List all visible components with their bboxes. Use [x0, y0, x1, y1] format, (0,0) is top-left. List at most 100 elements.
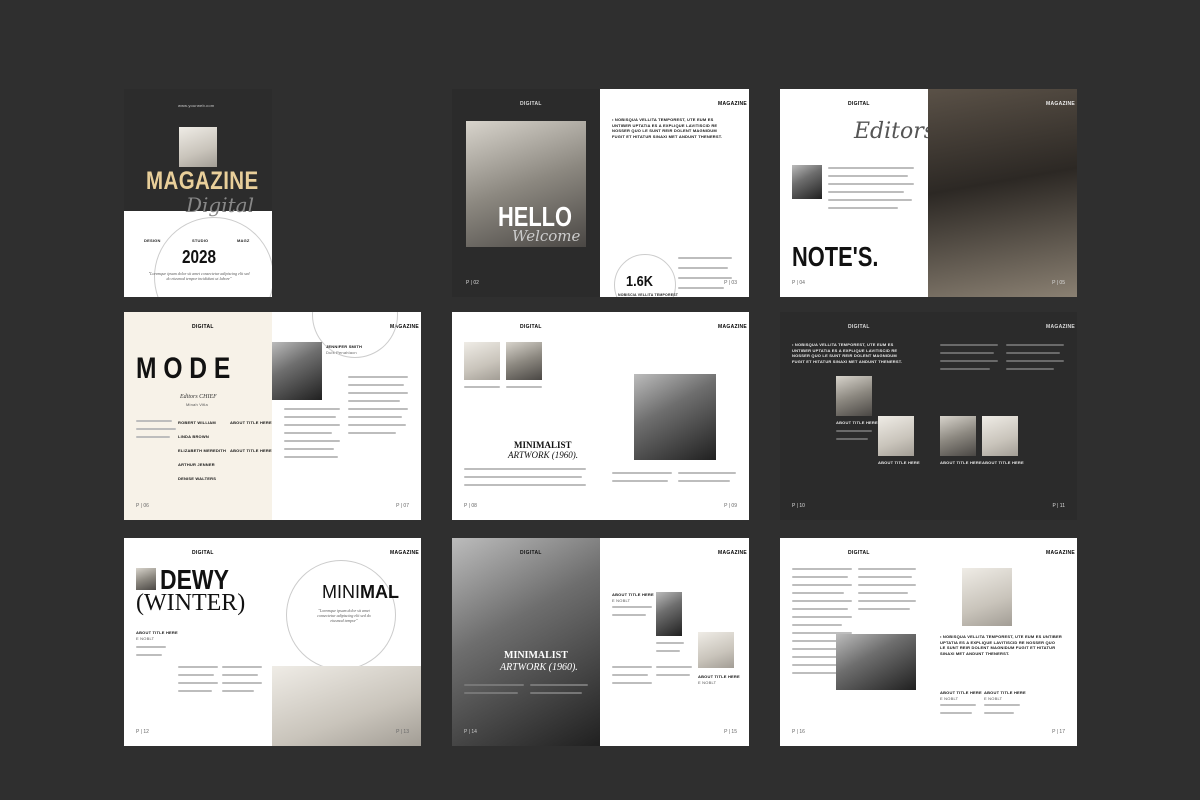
dark-photo-3	[940, 416, 976, 456]
text-line	[678, 472, 736, 474]
minimalist-left-page: DIGITAL MINIMALIST ARTWORK (1960). P | 0…	[452, 312, 600, 520]
text-line	[1006, 344, 1064, 346]
text-line	[222, 666, 262, 668]
text-line	[828, 191, 904, 193]
text-line	[656, 674, 690, 676]
header-digital: DIGITAL	[520, 324, 542, 330]
cover-script: Digital	[186, 193, 254, 217]
dark-photo-1	[836, 376, 872, 416]
staff-name-0: ROBERT WILLIAM	[178, 420, 216, 425]
right-about-1: ABOUT TITLE HERE	[940, 690, 982, 695]
text-line	[858, 608, 910, 610]
header-magazine: MAGAZINE	[718, 324, 748, 330]
artwork-title: ARTWORK (1960).	[508, 450, 578, 460]
folio-left: P | 10	[792, 503, 805, 509]
header-magazine: MAGAZINE	[1046, 101, 1076, 107]
text-line	[858, 576, 912, 578]
canvas: { "spreads": { "s1": { "url": "www.yourw…	[0, 0, 1200, 800]
artwork-about-sub-2: E NOBLT	[698, 680, 717, 685]
text-line	[828, 175, 908, 177]
text-line	[656, 666, 692, 668]
cover-photo	[179, 127, 217, 167]
dark-about-2: ABOUT TITLE HERE	[878, 460, 920, 465]
text-line	[858, 600, 916, 602]
folio-right: P | 09	[724, 503, 737, 509]
text-line	[1006, 352, 1060, 354]
folio-right: P | 05	[1052, 280, 1065, 286]
couple-photo	[836, 634, 916, 690]
mode-title: M O D E	[136, 352, 231, 385]
text-line	[836, 438, 868, 440]
cover-col2: STUDIO	[192, 238, 209, 243]
text-line	[284, 424, 340, 426]
text-line	[612, 606, 652, 608]
folio-left: P | 16	[792, 729, 805, 735]
text-line	[222, 682, 262, 684]
folio-left: P | 12	[136, 729, 149, 735]
text-line	[828, 199, 912, 201]
byline-name: JENNIFER SMITH	[326, 344, 363, 349]
mode-right-page: MAGAZINE JENNIFER SMITH Duis Penahlacn P…	[272, 312, 421, 520]
header-magazine: MAGAZINE	[1046, 324, 1076, 330]
cover-col1: DESIGN	[144, 238, 161, 243]
cover-page: www.yourweb.com MAGAZINE Digital DESIGN …	[124, 89, 272, 297]
text-line	[136, 436, 170, 438]
minimal-title-wrap: MINIMAL	[322, 582, 399, 603]
text-line	[678, 480, 730, 482]
text-line	[348, 408, 408, 410]
text-line	[612, 674, 648, 676]
artwork-hero-photo	[452, 538, 600, 746]
header-digital: DIGITAL	[848, 101, 870, 107]
text-line	[348, 376, 408, 378]
text-line	[678, 277, 732, 279]
text-line	[1006, 360, 1064, 362]
text-line	[612, 472, 672, 474]
text-line	[940, 368, 990, 370]
portrait-photo	[634, 374, 716, 460]
editors-right-page: MAGAZINE P | 05	[928, 89, 1077, 297]
text-line	[858, 568, 916, 570]
artwork-photo-2	[698, 632, 734, 668]
minimalist-title: MINIMALIST	[514, 440, 572, 450]
editors-script: Editors	[854, 119, 928, 144]
about-title-2: ABOUT TITLE HERE	[230, 448, 272, 453]
dark-about-3: ABOUT TITLE HERE	[940, 460, 982, 465]
header-magazine: MAGAZINE	[1046, 550, 1076, 556]
dark-intro: • NOBISQUA VELLITA TEMPOREST, UTE EUM ES…	[792, 342, 903, 364]
text-line	[284, 416, 336, 418]
text-line	[940, 712, 972, 714]
header-digital: DIGITAL	[192, 550, 214, 556]
editors-left-page: DIGITAL Editors NOTE'S. P | 04	[780, 89, 928, 297]
welcome-script: Welcome	[512, 227, 581, 245]
artwork-about-2: ABOUT TITLE HERE	[698, 674, 740, 679]
right-intro: • NOBISQUA VELLITA TEMPOREST, UTE EUM ES…	[940, 634, 1062, 656]
text-line	[136, 428, 176, 430]
folio-right: P | 15	[724, 729, 737, 735]
text-line	[940, 352, 994, 354]
header-digital: DIGITAL	[848, 550, 870, 556]
dark-right-page: MAGAZINE ABOUT TITLE HERE ABOUT TITLE HE…	[928, 312, 1077, 520]
text-line	[464, 484, 586, 486]
text-line	[792, 624, 842, 626]
dewy-photo	[136, 568, 156, 590]
artwork-about-1: ABOUT TITLE HERE	[612, 592, 654, 597]
folio-right: P | 13	[396, 729, 409, 735]
text-line	[940, 344, 998, 346]
text-line	[348, 384, 404, 386]
small-photo-2	[506, 342, 542, 380]
minimal-title-mini: MINI	[322, 582, 360, 602]
chief-name: Minah Vitla	[186, 402, 208, 407]
text-line	[178, 674, 214, 676]
text-line	[792, 592, 844, 594]
text-line	[828, 207, 898, 209]
dewy-left-page: DIGITAL DEWY (WINTER) ABOUT TITLE HERE E…	[124, 538, 272, 746]
folio-left: P | 08	[464, 503, 477, 509]
text-line	[284, 408, 340, 410]
text-line	[136, 654, 162, 656]
staff-name-3: ARTHUR JENNER	[178, 462, 215, 467]
text-line	[284, 456, 338, 458]
header-digital: DIGITAL	[520, 101, 542, 107]
text-line	[612, 614, 646, 616]
text-line	[222, 690, 254, 692]
right-about-2: ABOUT TITLE HERE	[984, 690, 1026, 695]
